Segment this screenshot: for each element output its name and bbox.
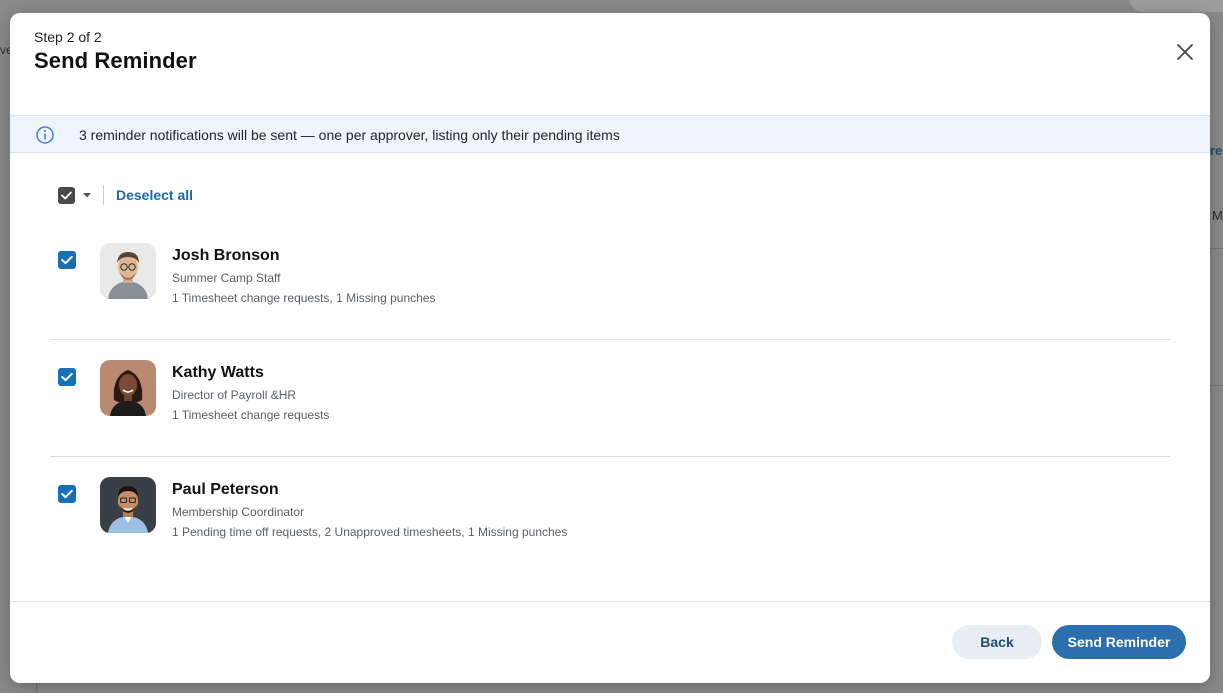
close-button[interactable] xyxy=(1173,40,1197,64)
info-banner: 3 reminder notifications will be sent — … xyxy=(10,115,1210,153)
pending-items: 1 Timesheet change requests, 1 Missing p… xyxy=(172,291,436,305)
avatar xyxy=(100,360,156,416)
pending-items: 1 Pending time off requests, 2 Unapprove… xyxy=(172,525,568,539)
approver-row: Paul Peterson Membership Coordinator 1 P… xyxy=(50,457,1170,574)
dialog-title: Send Reminder xyxy=(34,48,197,73)
checkbox-checked-icon xyxy=(61,191,72,200)
approver-checkbox[interactable] xyxy=(58,251,76,269)
background-divider xyxy=(1210,385,1223,386)
background-pill xyxy=(1130,0,1223,12)
select-all-checkbox[interactable] xyxy=(58,187,75,204)
approver-role: Summer Camp Staff xyxy=(172,271,281,285)
background-divider xyxy=(1210,248,1223,249)
avatar xyxy=(100,243,156,299)
approver-name: Kathy Watts xyxy=(172,364,264,381)
info-message: 3 reminder notifications will be sent — … xyxy=(79,127,620,143)
footer-divider xyxy=(10,601,1210,602)
approver-row: Kathy Watts Director of Payroll &HR 1 Ti… xyxy=(50,340,1170,457)
close-icon xyxy=(1177,44,1193,60)
divider xyxy=(103,185,104,205)
avatar xyxy=(100,477,156,533)
approver-checkbox[interactable] xyxy=(58,485,76,503)
approver-role: Membership Coordinator xyxy=(172,505,305,519)
checkmark-icon xyxy=(61,489,73,499)
send-reminder-button[interactable]: Send Reminder xyxy=(1052,625,1186,659)
back-button[interactable]: Back xyxy=(952,625,1042,659)
approver-name: Josh Bronson xyxy=(172,247,280,264)
approver-role: Director of Payroll &HR xyxy=(172,388,297,402)
background-text-fragment: M xyxy=(1212,208,1223,223)
deselect-all-link[interactable]: Deselect all xyxy=(116,187,193,203)
pending-items: 1 Timesheet change requests xyxy=(172,408,330,422)
avatar-photo xyxy=(100,477,156,533)
checkmark-icon xyxy=(61,255,73,265)
approver-name: Paul Peterson xyxy=(172,481,279,498)
chevron-down-icon[interactable] xyxy=(81,189,93,201)
step-indicator: Step 2 of 2 xyxy=(34,29,102,45)
send-reminder-dialog: Step 2 of 2 Send Reminder 3 reminder not… xyxy=(10,13,1210,683)
info-icon xyxy=(36,126,54,144)
background-text-fragment: re xyxy=(1210,143,1223,158)
avatar-photo xyxy=(100,243,156,299)
avatar-photo xyxy=(100,360,156,416)
approver-checkbox[interactable] xyxy=(58,368,76,386)
approver-row: Josh Bronson Summer Camp Staff 1 Timeshe… xyxy=(50,223,1170,340)
checkmark-icon xyxy=(61,372,73,382)
background-divider xyxy=(36,683,37,693)
